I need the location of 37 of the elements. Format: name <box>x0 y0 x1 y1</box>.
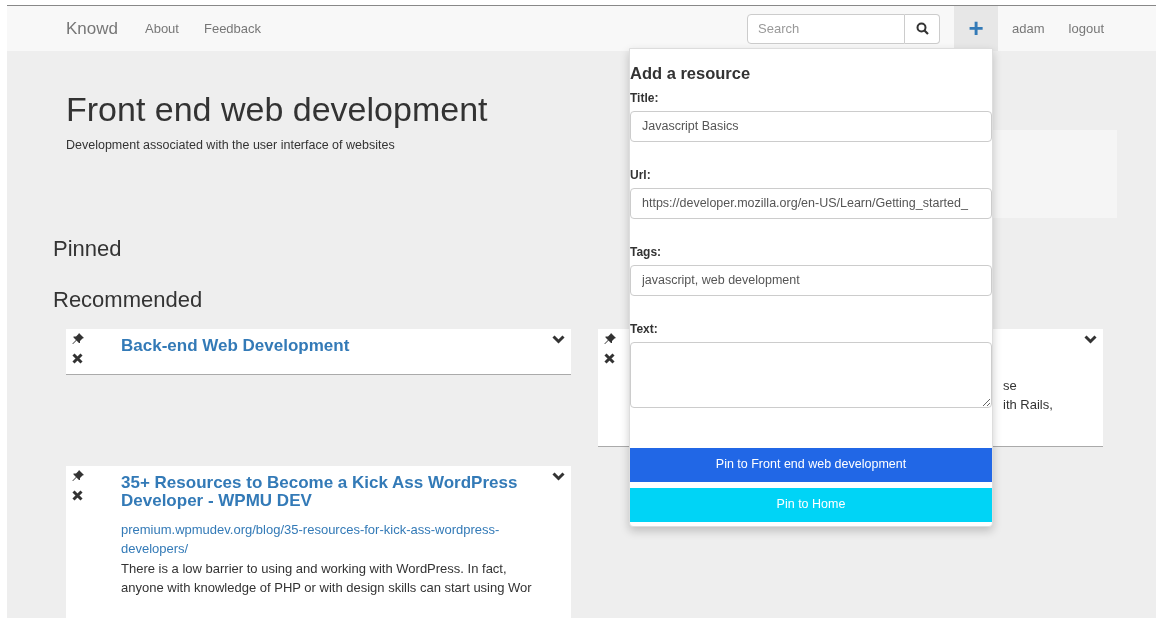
pin-icon[interactable] <box>72 332 84 345</box>
field-label: Tags: <box>630 243 663 261</box>
section-heading: Recommended <box>53 285 203 314</box>
search-icon <box>915 22 929 35</box>
resource-description-fragment: se <box>1003 376 1018 395</box>
nav-link[interactable]: Feedback <box>203 18 262 39</box>
nav-link[interactable]: About <box>145 18 179 39</box>
pin-icon[interactable] <box>604 332 616 345</box>
input-field[interactable]: https://developer.mozilla.org/en-US/Learn/Getting_started_ <box>630 187 992 219</box>
page-description: Development associated with the user interface of websites <box>66 137 395 154</box>
resource-description-fragment: ith Rails, <box>1003 395 1054 414</box>
dropdown-title: Add a resource <box>630 63 752 84</box>
user-link[interactable]: adam <box>1012 18 1045 39</box>
logout-link[interactable]: logout <box>1068 18 1104 39</box>
close-icon[interactable] <box>604 352 615 364</box>
section-heading: Pinned <box>53 234 122 263</box>
chevron-down-icon[interactable] <box>552 334 565 344</box>
resource-title-link[interactable]: Back-end Web Development <box>121 336 551 355</box>
page-title: Front end web development <box>66 89 488 129</box>
close-icon[interactable] <box>72 489 83 501</box>
input-field[interactable]: javascript, web development <box>630 264 992 296</box>
chevron-down-icon[interactable] <box>552 471 565 481</box>
brand-link[interactable]: Knowd <box>66 15 118 42</box>
field-label: Title: <box>630 89 660 107</box>
resource-description: There is a low barrier to using and working with WordPress. In fact, anyone with knowledge of PHP or with design skills can start using Wor <box>121 559 533 597</box>
pin-button[interactable]: Pin to Front end web development <box>630 447 992 482</box>
field-label: Url: <box>630 166 652 184</box>
field-label: Text: <box>630 320 659 338</box>
resource-url-link[interactable]: premium.wpmudev.org/blog/35-resources-for-kick-ass-wordpress-developers/ <box>121 519 551 558</box>
pin-icon[interactable] <box>72 469 84 482</box>
input-field[interactable]: Javascript Basics <box>630 110 992 142</box>
search-button[interactable] <box>905 13 941 44</box>
chevron-down-icon[interactable] <box>1084 334 1097 344</box>
add-button[interactable]: + <box>954 6 999 51</box>
resource-title-link[interactable]: 35+ Resources to Become a Kick Ass WordPress Developer - WPMU DEV <box>121 473 551 510</box>
close-icon[interactable] <box>72 352 83 364</box>
search-field[interactable]: Search <box>747 13 906 44</box>
